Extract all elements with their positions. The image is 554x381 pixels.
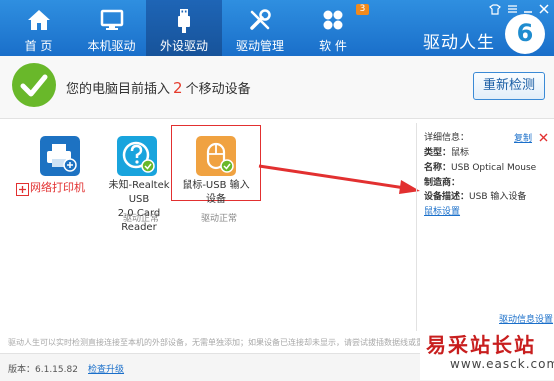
card-reader-label: 未知-Realtek USB 2.0 Card Reader	[108, 180, 170, 233]
version-text: 版本：6.1.15.82	[8, 365, 78, 375]
home-icon	[27, 10, 50, 30]
device-count-text: 您的电脑目前插入 2 个移动设备	[66, 79, 251, 97]
top-bar: 首 页 本机驱动 外设驱动 驱动管理 3 软 件 驱动人生	[0, 0, 554, 56]
nav-driver-management-label: 驱动管理	[235, 39, 284, 53]
driver-info-settings-link[interactable]: 驱动信息设置	[499, 312, 553, 325]
skin-icon[interactable]	[488, 4, 502, 16]
nav-driver-management[interactable]: 驱动管理	[222, 0, 298, 56]
menu-icon[interactable]	[505, 4, 519, 16]
check-success-icon	[12, 63, 56, 107]
detail-panel: 详细信息： 复制 类型：鼠标 名称：USB Optical Mouse 制造商：…	[416, 123, 554, 331]
network-printer-link[interactable]: 网络打印机	[30, 181, 85, 195]
detail-name: 名称：USB Optical Mouse	[424, 163, 537, 173]
mouse-device-status: 驱动正常	[201, 214, 238, 224]
watermark-title: 易采站长站	[426, 333, 536, 357]
tools-icon	[250, 9, 271, 30]
mouse-settings-link[interactable]: 鼠标设置	[424, 204, 460, 217]
question-icon[interactable]	[117, 136, 157, 176]
copy-link[interactable]: 复制	[514, 131, 532, 144]
apps-icon	[323, 10, 343, 30]
nav-peripheral-drivers-label: 外设驱动	[159, 39, 208, 53]
monitor-icon	[100, 9, 123, 30]
status-area: 您的电脑目前插入 2 个移动设备 重新检测	[0, 56, 554, 119]
detail-type: 类型：鼠标	[424, 148, 470, 158]
printer-icon[interactable]	[40, 136, 80, 176]
nav-local-drivers-label: 本机驱动	[87, 39, 136, 53]
watermark-url: www.easck.com	[450, 357, 554, 371]
check-upgrade-link[interactable]: 检查升级	[88, 362, 124, 375]
card-reader-status: 驱动正常	[123, 214, 160, 224]
detail-title: 详细信息：	[424, 133, 470, 143]
red-arrow-annotation	[258, 164, 420, 194]
mouse-icon[interactable]	[196, 136, 236, 176]
watermark: 易采站长站 www.easck.com	[420, 330, 554, 380]
detail-description: 设备描述：USB 输入设备	[424, 192, 527, 202]
nav-software[interactable]: 3 软 件	[298, 0, 369, 56]
brand-title: 驱动人生	[423, 33, 495, 53]
nav-home[interactable]: 首 页	[0, 0, 77, 56]
usb-icon	[178, 9, 190, 33]
detail-maker: 制造商：	[424, 178, 461, 188]
nav-local-drivers[interactable]: 本机驱动	[77, 0, 146, 56]
nav-software-label: 软 件	[319, 39, 347, 53]
footnote-text: 驱动人生可以实时检测直接连接至本机的外部设备，无需单独添加；如果设备已连接却未显…	[8, 338, 432, 347]
nav-home-label: 首 页	[24, 39, 53, 53]
close-detail-icon[interactable]	[539, 131, 548, 142]
software-update-badge: 3	[356, 4, 369, 15]
mouse-device-label: 鼠标-USB 输入设备	[182, 180, 250, 205]
nav-peripheral-drivers[interactable]: 外设驱动	[146, 0, 222, 56]
logo-6-icon: 6	[505, 14, 545, 54]
redetect-button[interactable]: 重新检测	[473, 72, 545, 100]
close-icon[interactable]	[537, 4, 551, 16]
add-printer-icon[interactable]	[16, 183, 29, 196]
